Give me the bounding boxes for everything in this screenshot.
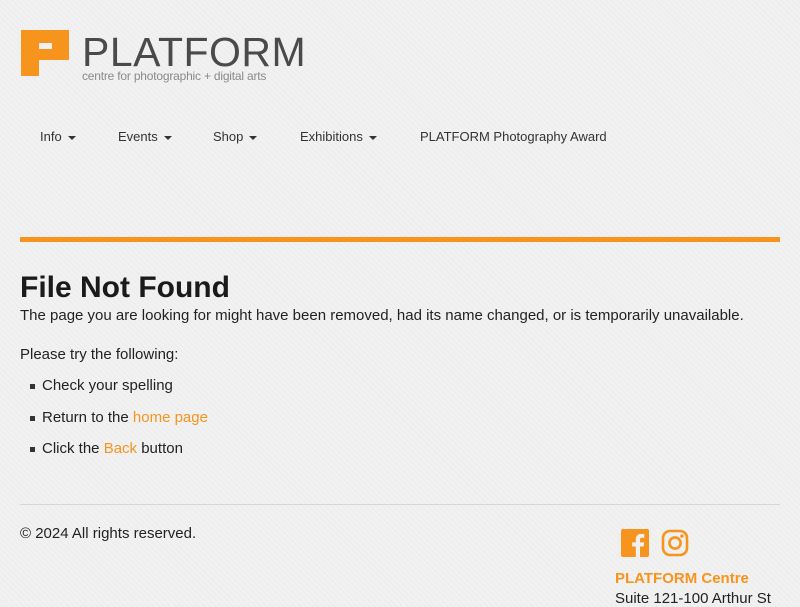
bullet-icon: [30, 384, 35, 389]
nav-item-label: Events: [118, 129, 158, 144]
nav-item-info[interactable]: Info: [40, 129, 76, 144]
tip-text: Click the: [42, 440, 104, 457]
error-message: The page you are looking for might have …: [20, 307, 744, 324]
list-item: Return to the home page: [28, 409, 208, 441]
page-title: File Not Found: [20, 271, 230, 304]
org-address: Suite 121-100 Arthur St: [615, 590, 771, 607]
caret-down-icon: [368, 135, 377, 140]
nav-item-label: Shop: [213, 129, 244, 144]
caret-down-icon: [67, 135, 76, 140]
nav-item-label: Exhibitions: [300, 129, 363, 144]
main-nav: Info Events Shop Exhibitions PLATFORM Ph…: [0, 129, 800, 147]
nav-item-label: PLATFORM Photography Award: [420, 129, 607, 144]
nav-item-shop[interactable]: Shop: [213, 129, 258, 144]
caret-down-icon: [249, 135, 258, 140]
nav-item-exhibitions[interactable]: Exhibitions: [300, 129, 377, 144]
tip-text: Return to the: [42, 408, 133, 426]
back-link[interactable]: Back: [104, 440, 137, 457]
caret-down-icon: [163, 135, 172, 140]
tip-text: Check your spelling: [42, 377, 173, 394]
org-name: PLATFORM Centre: [615, 570, 749, 587]
facebook-icon[interactable]: [621, 529, 649, 557]
platform-logo-mark-icon: [21, 30, 69, 76]
nav-item-photography-award[interactable]: PLATFORM Photography Award: [420, 129, 607, 144]
suggestions-list: Check your spelling Return to the home p…: [28, 377, 208, 472]
suggestions-heading: Please try the following:: [20, 346, 179, 363]
nav-item-label: Info: [40, 129, 62, 144]
list-item: Click the Back button: [28, 440, 208, 472]
logo[interactable]: PLATFORM centre for photographic + digit…: [21, 30, 321, 86]
accent-divider: [20, 237, 780, 242]
copyright: © 2024 All rights reserved.: [20, 525, 197, 542]
home-page-link[interactable]: home page: [133, 409, 208, 426]
instagram-icon[interactable]: [661, 529, 689, 557]
bullet-icon: [30, 447, 35, 452]
tip-text: button: [137, 440, 183, 457]
footer-divider: [20, 504, 780, 505]
bullet-icon: [30, 415, 35, 421]
brand-name: PLATFORM: [82, 29, 307, 75]
list-item: Check your spelling: [28, 377, 208, 409]
nav-item-events[interactable]: Events: [118, 129, 172, 144]
brand-tagline: centre for photographic + digital arts: [82, 69, 267, 83]
